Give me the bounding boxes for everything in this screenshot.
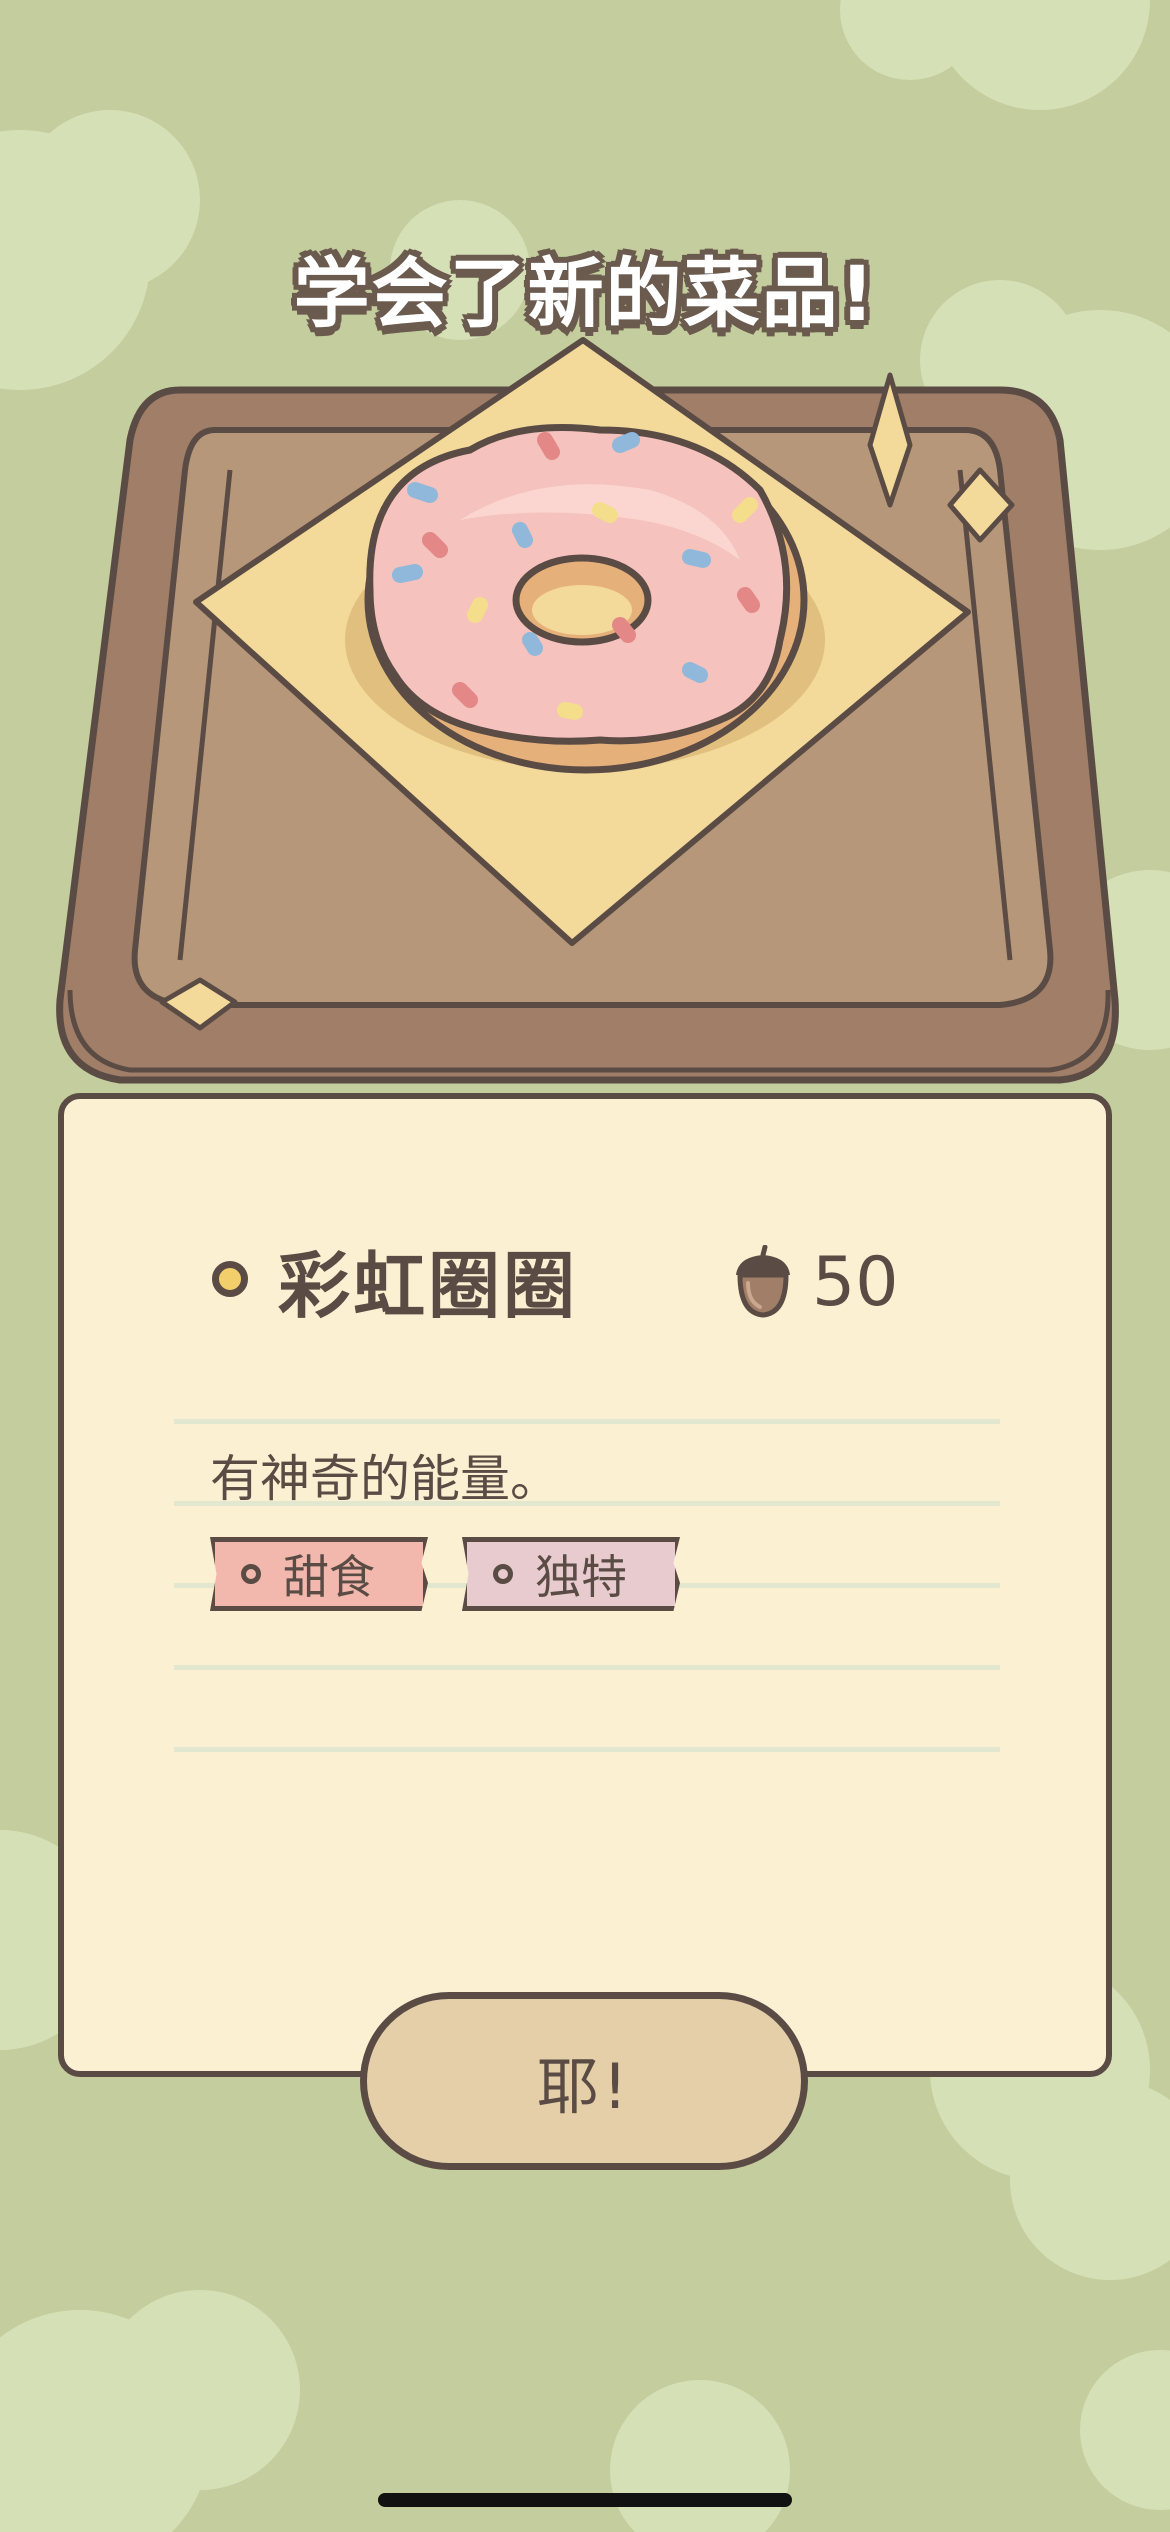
ruled-line [174,1665,1000,1670]
tag-dot-icon [241,1564,261,1584]
confirm-button[interactable]: 耶! [360,1992,808,2170]
ruled-line [174,1419,1000,1424]
dish-name: 彩虹圈圈 [278,1243,579,1328]
bullet-icon [212,1261,248,1297]
ruled-line [174,1747,1000,1752]
dish-description: 有神奇的能量。 [210,1450,560,1508]
dish-name-row: 彩虹圈圈 [212,1229,578,1329]
dish-tray-illustration [56,337,1119,1084]
tag-label: 甜食 [283,1550,375,1604]
price-value: 50 [812,1242,899,1322]
dish-price: 50 [732,1237,899,1327]
home-indicator[interactable] [378,2493,792,2507]
tag-unique: 独特 [462,1537,680,1611]
acorn-icon [736,1245,790,1318]
dish-info-card: 彩虹圈圈 50 有神奇的能量。 甜食 独特 [58,1093,1112,2077]
tag-sweet: 甜食 [210,1537,428,1611]
tag-dot-icon [493,1564,513,1584]
tag-label: 独特 [535,1550,627,1604]
